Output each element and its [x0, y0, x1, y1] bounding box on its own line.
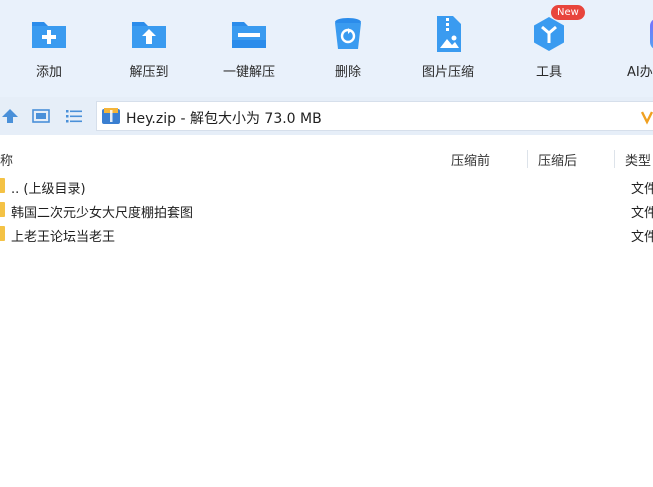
delete-label: 删除: [334, 65, 361, 80]
extract-to-label: 解压到: [129, 65, 169, 80]
dropdown-arrow-icon[interactable]: [641, 108, 653, 126]
tools-icon: [534, 17, 564, 51]
file-type: 文件: [631, 206, 653, 221]
column-divider[interactable]: [527, 150, 528, 168]
recycle-bin-icon: [335, 18, 361, 49]
ai-office-icon: A: [650, 19, 653, 49]
file-name: 上老王论坛当老王: [11, 230, 116, 245]
thumbnail-view-icon[interactable]: [32, 108, 50, 124]
column-name[interactable]: 称: [0, 150, 13, 169]
zip-archive-icon: [102, 108, 120, 124]
image-compress-label: 图片压缩: [421, 65, 474, 80]
column-unpacked-size[interactable]: 压缩后: [538, 150, 577, 169]
folder-icon: [0, 226, 5, 241]
extract-to-icon: [132, 22, 166, 48]
list-view-icon[interactable]: [65, 108, 83, 124]
file-row[interactable]: 上老王论坛当老王 文件: [0, 223, 653, 247]
column-packed-size[interactable]: 压缩前: [451, 150, 490, 169]
file-type: 文件: [631, 182, 653, 197]
folder-icon: [0, 178, 5, 193]
file-list-header: 称 压缩前 压缩后 类型: [0, 146, 653, 172]
up-arrow-icon[interactable]: [1, 108, 19, 124]
folder-icon: [0, 202, 5, 217]
add-icon: [32, 22, 66, 48]
address-bar: Hey.zip - 解包大小为 73.0 MB: [0, 97, 653, 135]
add-button[interactable]: 添加: [4, 0, 94, 97]
file-row-parent-dir[interactable]: .. (上级目录) 文件: [0, 175, 653, 199]
file-name: .. (上级目录): [11, 182, 86, 197]
delete-button[interactable]: 删除: [303, 0, 393, 97]
toolbar: 添加 解压到 一键解压 删除 图片压缩 工具 New AI办: [0, 0, 653, 97]
column-type[interactable]: 类型: [625, 150, 651, 169]
file-row[interactable]: 韩国二次元少女大尺度棚拍套图 文件: [0, 199, 653, 223]
one-click-extract-icon: [232, 22, 266, 48]
add-label: 添加: [35, 65, 62, 80]
file-name: 韩国二次元少女大尺度棚拍套图: [11, 206, 194, 221]
image-compress-icon: [437, 16, 461, 52]
one-click-extract-button[interactable]: 一键解压: [204, 0, 294, 97]
ai-office-label: AI办: [627, 65, 653, 80]
archive-path: Hey.zip - 解包大小为 73.0 MB: [126, 111, 322, 127]
ai-office-button[interactable]: A AI办: [603, 0, 653, 97]
new-badge: New: [551, 5, 585, 20]
file-type: 文件: [631, 230, 653, 245]
extract-to-button[interactable]: 解压到: [104, 0, 194, 97]
tools-label: 工具: [535, 65, 562, 80]
image-compress-button[interactable]: 图片压缩: [403, 0, 493, 97]
one-click-extract-label: 一键解压: [222, 65, 275, 80]
path-box[interactable]: Hey.zip - 解包大小为 73.0 MB: [96, 101, 653, 131]
column-divider[interactable]: [614, 150, 615, 168]
